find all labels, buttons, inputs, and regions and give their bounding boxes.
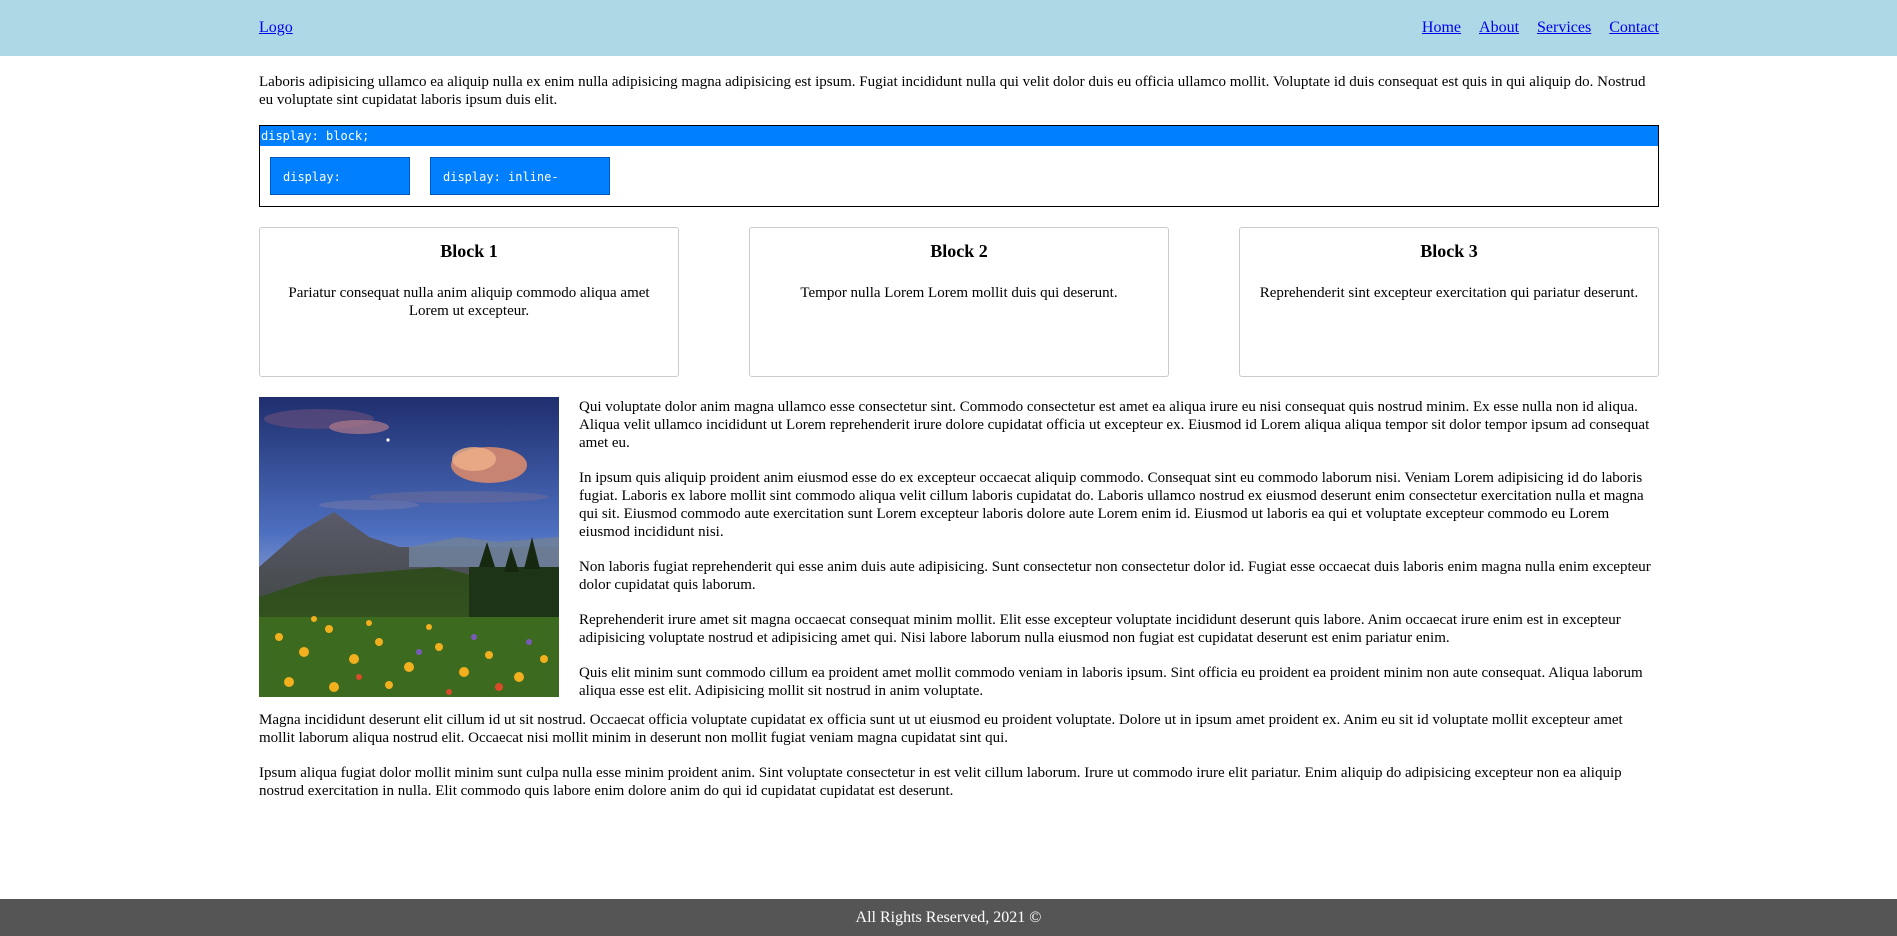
site-footer: All Rights Reserved, 2021 © [0, 899, 1897, 936]
article-text: Qui voluptate dolor anim magna ullamco e… [579, 398, 1659, 717]
display-inline-block-box: display: inline-block; [430, 157, 610, 222]
landscape-photo [259, 397, 559, 697]
nav-about-link[interactable]: About [1479, 19, 1519, 37]
site-header: Logo Home About Services Contact [0, 0, 1897, 56]
card-text: Reprehenderit sint excepteur exercitatio… [1259, 285, 1639, 301]
article-paragraph: Reprehenderit irure amet sit magna occae… [579, 612, 1621, 646]
card-text: Tempor nulla Lorem Lorem mollit duis qui… [800, 285, 1118, 301]
nav-contact-link[interactable]: Contact [1609, 19, 1659, 37]
article-paragraph: In ipsum quis aliquip proident anim eius… [579, 470, 1644, 540]
display-inline-box: display: inline; [270, 157, 410, 222]
article-paragraph: Qui voluptate dolor anim magna ullamco e… [579, 399, 1650, 451]
mountain-meadow-image [259, 397, 559, 697]
main-nav: Home About Services Contact [1422, 19, 1659, 37]
lower-paragraph: Magna incididunt deserunt elit cillum id… [259, 712, 1623, 746]
card-text: Pariatur consequat nulla anim aliquip co… [288, 285, 650, 319]
lower-paragraph: Ipsum aliqua fugiat dolor mollit minim s… [259, 765, 1622, 799]
card-title: Block 1 [440, 241, 498, 261]
block-card-3: Block 3 Reprehenderit sint excepteur exe… [1239, 227, 1659, 377]
nav-home-link[interactable]: Home [1422, 19, 1461, 37]
block-card-2: Block 2 Tempor nulla Lorem Lorem mollit … [749, 227, 1169, 377]
block-card-1: Block 1 Pariatur consequat nulla anim al… [259, 227, 679, 377]
display-block-bar: display: block; [260, 126, 1658, 146]
article-paragraph: Non laboris fugiat reprehenderit qui ess… [579, 559, 1651, 593]
card-title: Block 3 [1420, 241, 1478, 261]
article-paragraph: Quis elit minim sunt commodo cillum ea p… [579, 665, 1643, 699]
card-title: Block 2 [930, 241, 988, 261]
nav-services-link[interactable]: Services [1537, 19, 1591, 37]
logo-link[interactable]: Logo [259, 19, 293, 37]
intro-paragraph: Laboris adipisicing ullamco ea aliquip n… [259, 74, 1646, 108]
display-demo-box: display: block; display: inline; display… [259, 125, 1659, 222]
lower-text: Magna incididunt deserunt elit cillum id… [259, 711, 1659, 817]
